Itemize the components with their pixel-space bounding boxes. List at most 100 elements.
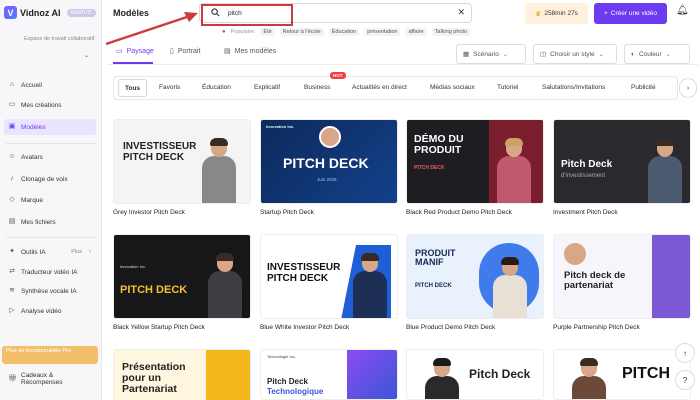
scenario-filter[interactable]: ▦ Scénario ⌄ xyxy=(456,44,526,64)
template-title: Investment Pitch Deck xyxy=(553,209,618,216)
credits-balance[interactable]: ♛ 258min 27s xyxy=(525,3,588,24)
sidebar-item-mes-fichiers[interactable]: ▤ Mes fichiers xyxy=(4,214,96,230)
scroll-to-top-button[interactable]: ↑ xyxy=(675,343,695,363)
category-medias-sociaux[interactable]: Médias sociaux xyxy=(430,84,475,91)
template-title: Blue White Investor Pitch Deck xyxy=(260,324,350,331)
sidebar-item-mes-creations[interactable]: ▭ Mes créations xyxy=(4,97,96,113)
portrait-icon: ▯ xyxy=(170,48,174,55)
create-video-button[interactable]: + Créer une vidéo xyxy=(594,3,667,24)
sidebar-item-traducteur[interactable]: ⇄ Traducteur vidéo IA xyxy=(4,264,96,280)
template-card[interactable]: Présentation pour un Partenariat xyxy=(113,349,251,400)
sidebar-item-modeles[interactable]: ▣ Modèles xyxy=(4,119,96,135)
clear-icon[interactable]: ✕ xyxy=(457,7,465,18)
template-card[interactable]: Innovation Inc. PITCH DECK Black Yellow … xyxy=(113,234,251,331)
category-salutations[interactable]: Salutations/Invitations xyxy=(542,84,605,91)
plan-badge: GRATUIT xyxy=(66,8,97,17)
avatar xyxy=(353,253,387,318)
popular-chip[interactable]: Éducation xyxy=(328,28,360,36)
thumbnail-text: Présentation pour un Partenariat xyxy=(122,361,186,396)
category-education[interactable]: Éducation xyxy=(202,84,231,91)
avatar xyxy=(425,358,459,399)
home-icon: ⌂ xyxy=(9,81,15,88)
thumbnail-subtitle: d'investissement xyxy=(561,173,606,179)
chevron-down-icon[interactable]: ⌄ xyxy=(84,52,89,59)
template-thumbnail[interactable]: PITCH xyxy=(553,349,691,400)
style-filter[interactable]: ◫ Choisir un style ⌄ xyxy=(533,44,617,64)
sidebar-item-accueil[interactable]: ⌂ Accueil xyxy=(4,77,96,93)
sidebar-item-label: Mes fichiers xyxy=(21,218,56,226)
avatar xyxy=(202,138,236,203)
template-thumbnail[interactable]: INVESTISSEUR PITCH DECK xyxy=(113,119,251,204)
color-panel xyxy=(347,350,397,399)
popular-chip[interactable]: Talking photo xyxy=(431,28,471,36)
category-publicite[interactable]: Publicité xyxy=(631,84,656,91)
gift-icon: 🎁︎ xyxy=(8,375,17,382)
template-thumbnail[interactable]: Présentation pour un Partenariat xyxy=(113,349,251,400)
divider xyxy=(6,143,96,144)
sidebar: V Vidnoz AI GRATUIT Espace de travail co… xyxy=(0,0,102,400)
tab-paysage[interactable]: ▭ Paysage xyxy=(116,47,154,56)
bell-icon[interactable]: 🔔︎ xyxy=(676,5,689,16)
popular-chip[interactable]: présentation xyxy=(364,28,401,36)
template-card[interactable]: PRODUIT MANIF PITCH DECK Blue Product De… xyxy=(406,234,544,331)
template-card[interactable]: Pitch Deck xyxy=(406,349,544,400)
app-logo[interactable]: V Vidnoz AI GRATUIT xyxy=(4,6,97,19)
template-thumbnail[interactable]: Innovation Inc. PITCH DECK xyxy=(113,234,251,319)
avatar-icon: ☺ xyxy=(8,153,16,160)
help-icon[interactable]: ? xyxy=(675,370,695,390)
popular-chip[interactable]: Retour à l'école xyxy=(279,28,324,36)
category-business[interactable]: Business xyxy=(304,84,330,91)
chevron-right-icon[interactable]: › xyxy=(679,78,697,98)
upgrade-banner[interactable]: Plus de fonctionnalités Pro xyxy=(2,346,98,364)
highlight-box xyxy=(201,4,293,26)
crown-icon: ♛ xyxy=(535,10,542,18)
sidebar-item-label: Traducteur vidéo IA xyxy=(21,268,78,276)
hot-badge: HOT xyxy=(330,72,346,79)
template-card[interactable]: PITCH xyxy=(553,349,691,400)
translate-icon: ⇄ xyxy=(9,268,15,275)
template-card[interactable]: Pitch Deck d'investissement Investment P… xyxy=(553,119,691,216)
annotation-arrow-icon xyxy=(105,12,198,46)
category-explicatif[interactable]: Explicatif xyxy=(254,84,280,91)
template-thumbnail[interactable]: Pitch Deck d'investissement xyxy=(553,119,691,204)
template-title: Grey Investor Pitch Deck xyxy=(113,209,185,216)
category-favoris[interactable]: Favoris xyxy=(159,84,180,91)
color-filter[interactable]: ◐ Couleur ⌄ xyxy=(624,44,690,64)
template-thumbnail[interactable]: PRODUIT MANIF PITCH DECK xyxy=(406,234,544,319)
popular-chip[interactable]: Été xyxy=(260,28,275,36)
sidebar-item-clonage-de-voix[interactable]: ♪ Clonage de voix xyxy=(4,171,96,187)
popular-chip[interactable]: affaire xyxy=(405,28,427,36)
sidebar-item-analyse-video[interactable]: ▷ Analyse vidéo xyxy=(4,303,96,319)
template-thumbnail[interactable]: Pitch deck de partenariat xyxy=(553,234,691,319)
sidebar-item-cadeaux[interactable]: 🎁︎ Cadeaux & Récompenses xyxy=(4,370,96,388)
template-card[interactable]: INVESTISSEUR PITCH DECK Grey Investor Pi… xyxy=(113,119,251,216)
template-thumbnail[interactable]: Pitch Deck xyxy=(406,349,544,400)
template-thumbnail[interactable]: Technologie Inc. Pitch Deck Technologiqu… xyxy=(260,349,398,400)
template-card[interactable]: INVESTISSEUR PITCH DECK Blue White Inves… xyxy=(260,234,398,331)
palette-icon: ◐ xyxy=(631,50,635,58)
filter-label: Scénario xyxy=(473,50,499,58)
avatar xyxy=(208,253,242,318)
analysis-icon: ▷ xyxy=(9,307,15,314)
category-actualites[interactable]: Actualités en direct xyxy=(352,84,407,91)
template-thumbnail[interactable]: DÉMO DU PRODUIT PITCH DECK xyxy=(406,119,544,204)
category-tutoriel[interactable]: Tutoriel xyxy=(497,84,518,91)
template-card[interactable]: Technologie Inc. Pitch Deck Technologiqu… xyxy=(260,349,398,400)
template-thumbnail[interactable]: INVESTISSEUR PITCH DECK xyxy=(260,234,398,319)
template-card[interactable]: Pitch deck de partenariat Purple Partner… xyxy=(553,234,691,331)
avatar xyxy=(493,257,527,318)
workspace-selector[interactable]: Espace de travail collaboratif xyxy=(24,36,98,43)
sidebar-item-outils-ia[interactable]: ✦ Outils IA Plus › xyxy=(4,244,96,260)
template-card[interactable]: DÉMO DU PRODUIT PITCH DECK Black Red Pro… xyxy=(406,119,544,216)
template-card[interactable]: Innovation Inc. PITCH DECK Juin 2025 Sta… xyxy=(260,119,398,216)
template-thumbnail[interactable]: Innovation Inc. PITCH DECK Juin 2025 xyxy=(260,119,398,204)
category-tous[interactable]: Tous xyxy=(118,79,148,97)
color-panel xyxy=(206,350,250,400)
thumbnail-subtitle: PITCH DECK xyxy=(415,283,452,289)
tab-portrait[interactable]: ▯ Portrait xyxy=(170,47,200,56)
tts-icon: ≋ xyxy=(9,287,15,294)
sidebar-item-synthese-vocale[interactable]: ≋ Synthèse vocale IA xyxy=(4,283,96,299)
sidebar-item-avatars[interactable]: ☺ Avatars xyxy=(4,149,96,165)
sidebar-item-marque[interactable]: ◇ Marque xyxy=(4,192,96,208)
tab-mes-modeles[interactable]: ▤ Mes modèles xyxy=(224,47,276,56)
